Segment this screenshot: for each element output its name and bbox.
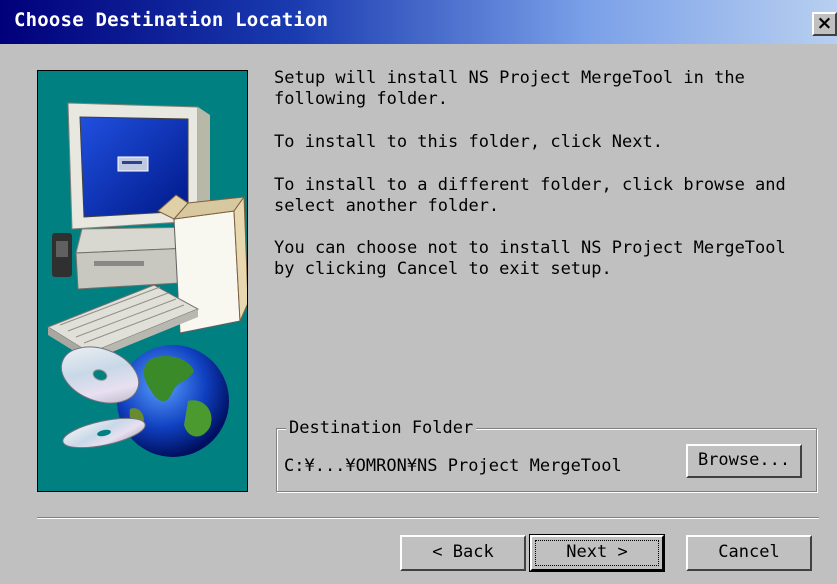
- next-instruction: To install to this folder, click Next.: [274, 132, 663, 152]
- browse-instruction: To install to a different folder, click …: [274, 175, 786, 216]
- computer-and-globe-image: [46, 102, 247, 457]
- setup-illustration: [37, 70, 248, 492]
- cd-disc-icon: [60, 346, 146, 449]
- intro-paragraph: Setup will install NS Project MergeTool …: [274, 68, 745, 109]
- cancel-instruction: You can choose not to install NS Project…: [274, 238, 786, 279]
- back-button[interactable]: < Back: [400, 535, 526, 571]
- cancel-button[interactable]: Cancel: [686, 535, 812, 571]
- setup-dialog: Choose Destination Location × Setup will…: [0, 0, 837, 584]
- destination-path: C:¥...¥OMRON¥NS Project MergeTool: [284, 456, 622, 476]
- back-button-label: < Back: [432, 542, 494, 562]
- destination-folder-group: Destination Folder C:¥...¥OMRON¥NS Proje…: [276, 417, 817, 492]
- next-button[interactable]: Next >: [529, 534, 665, 572]
- close-button[interactable]: ×: [812, 12, 837, 36]
- footer-separator: [37, 517, 819, 519]
- globe-icon: [117, 345, 229, 457]
- close-icon: ×: [816, 12, 833, 34]
- next-button-label: Next >: [566, 542, 628, 562]
- destination-folder-label: Destination Folder: [286, 417, 477, 439]
- window-title: Choose Destination Location: [14, 9, 329, 31]
- cancel-button-label: Cancel: [718, 542, 780, 562]
- browse-button[interactable]: Browse...: [686, 444, 802, 478]
- browse-button-label: Browse...: [697, 450, 791, 470]
- title-bar[interactable]: Choose Destination Location ×: [0, 0, 837, 44]
